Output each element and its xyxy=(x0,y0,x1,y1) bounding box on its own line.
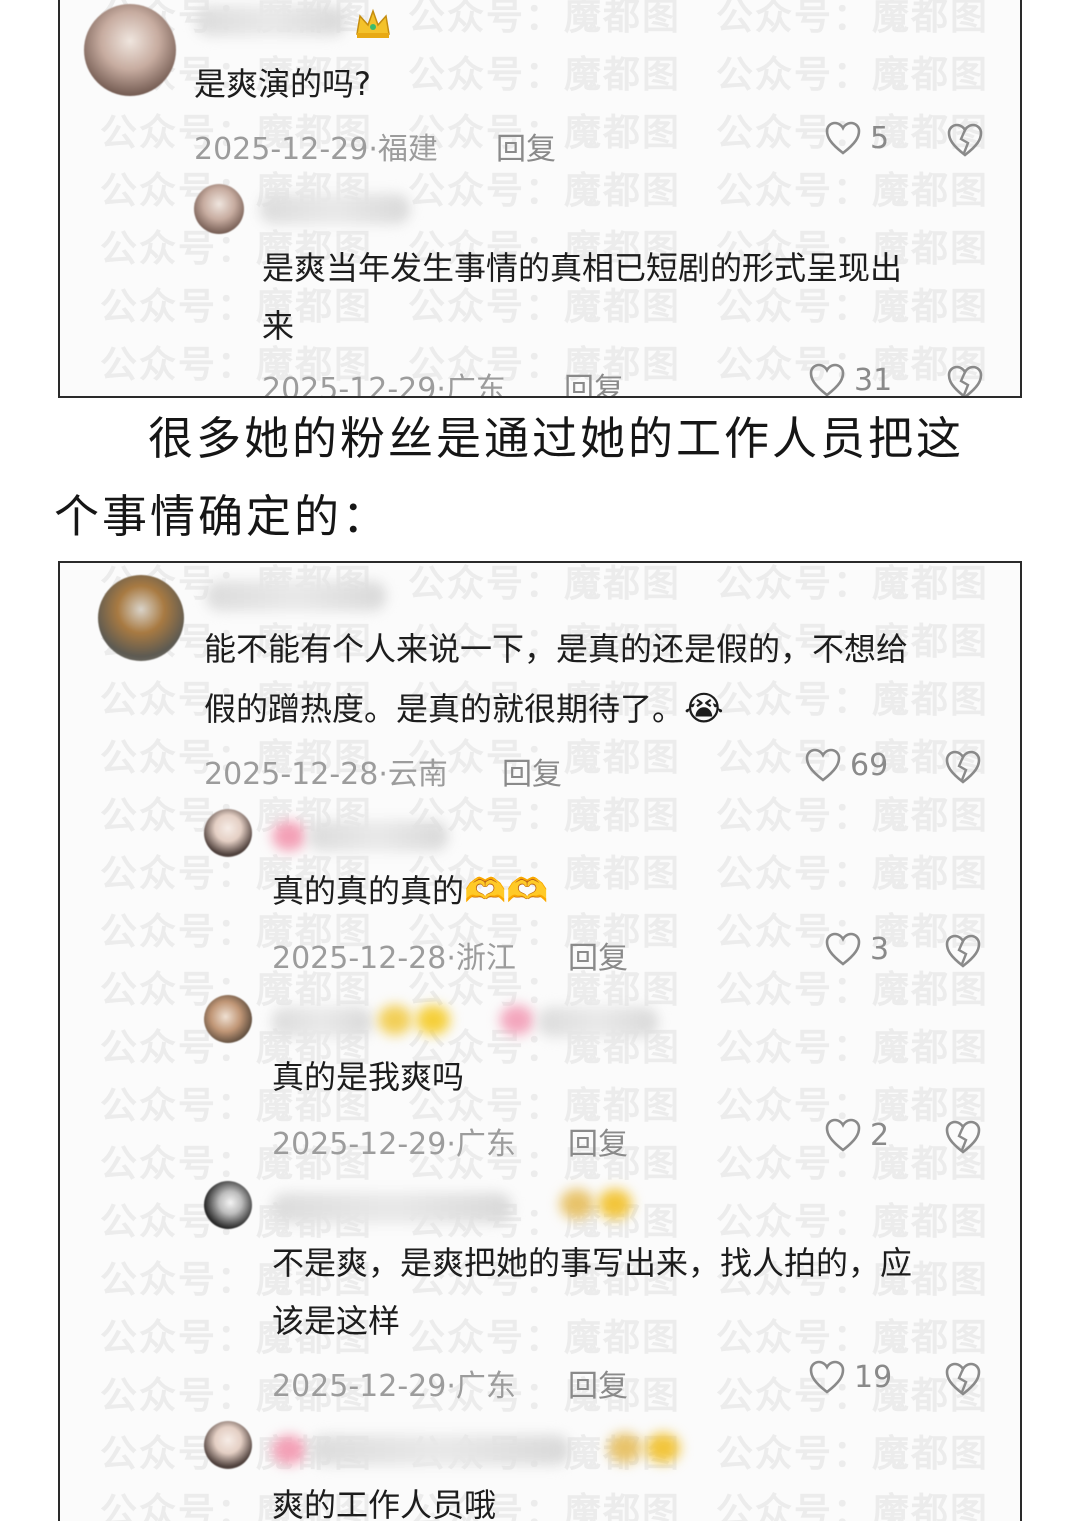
avatar[interactable] xyxy=(204,995,252,1043)
reply-text-line1: 不是爽，是爽把她的事写出来，找人拍的，应 xyxy=(272,1244,913,1282)
badge-blurred xyxy=(272,821,306,851)
badge-blurred xyxy=(272,1435,306,1465)
reply-date: 2025-12-29·广东 xyxy=(272,1127,516,1162)
reply-item: 不是爽，是爽把她的事写出来，找人拍的，应 该是这样 2025-12-29·广东 … xyxy=(60,1175,1020,1407)
dislike-button[interactable] xyxy=(946,122,984,162)
username-blurred[interactable] xyxy=(272,1193,512,1223)
username-blurred[interactable] xyxy=(308,821,448,851)
reply-text-line2: 来 xyxy=(262,307,295,345)
avatar[interactable] xyxy=(204,809,252,857)
reply-button[interactable]: 回复 xyxy=(502,749,562,793)
avatar[interactable] xyxy=(194,184,244,234)
article-line-1: 很多她的粉丝是通过她的工作人员把这 xyxy=(148,412,965,465)
like-button[interactable]: 31 xyxy=(808,362,893,398)
like-count: 5 xyxy=(870,120,890,156)
heart-outline-icon xyxy=(825,1118,861,1152)
heart-outline-icon xyxy=(825,932,861,966)
broken-heart-icon xyxy=(945,1120,981,1154)
badge-blurred xyxy=(500,1005,534,1035)
comment-text: 是爽演的吗? xyxy=(194,65,371,103)
avatar[interactable] xyxy=(204,1181,252,1229)
reply-button[interactable]: 回复 xyxy=(496,124,556,168)
broken-heart-icon xyxy=(945,934,981,968)
username-blurred[interactable] xyxy=(310,1435,570,1465)
reply-date: 2025-12-29·广东 xyxy=(262,372,506,398)
top-comment-screenshot: 公众号：魔都图 公众号：魔都图 公众号：魔都图 公众号：魔都图 公众号：魔都图 公众号：魔… xyxy=(58,0,1022,398)
like-button[interactable]: 69 xyxy=(804,747,888,783)
reply-text: 真的真的真的🫶🫶 xyxy=(272,871,549,911)
like-count: 2 xyxy=(870,1117,890,1153)
reply-date: 2025-12-29·广东 xyxy=(272,1369,516,1404)
avatar[interactable] xyxy=(98,575,184,661)
reply-button[interactable]: 回复 xyxy=(568,933,628,977)
reply-text: 爽的工作人员哦 xyxy=(272,1486,497,1521)
heart-outline-icon xyxy=(809,363,845,396)
avatar[interactable] xyxy=(84,4,176,96)
like-count: 31 xyxy=(854,362,893,398)
comment-item: 是爽演的吗? 2025-12-29·福建 回复 5 xyxy=(60,0,1020,176)
broken-heart-icon xyxy=(947,123,983,157)
reply-text-line1: 是爽当年发生事情的真相已短剧的形式呈现出 xyxy=(262,249,903,287)
badge-blurred xyxy=(416,1005,450,1035)
comment-date: 2025-12-28·云南 xyxy=(204,757,448,792)
broken-heart-icon xyxy=(945,1362,981,1396)
badge-blurred xyxy=(560,1189,594,1219)
reply-date: 2025-12-28·浙江 xyxy=(272,941,516,976)
broken-heart-icon xyxy=(945,750,981,784)
reply-button[interactable]: 回复 xyxy=(564,364,624,396)
crying-face-icon: 😭 xyxy=(684,689,724,729)
like-count: 69 xyxy=(850,747,889,783)
username-blurred[interactable] xyxy=(272,1007,372,1037)
dislike-button[interactable] xyxy=(944,1361,982,1401)
like-count: 19 xyxy=(854,1359,893,1395)
bottom-comment-screenshot: 公众号：魔都图 公众号：魔都图 公众号：魔都图 公众号：魔都图 公众号：魔都图 公众号：魔… xyxy=(58,561,1022,1521)
comment-date: 2025-12-29·福建 xyxy=(194,132,438,167)
badge-blurred xyxy=(646,1433,680,1463)
comment-text-line2: 假的蹭热度。是真的就很期待了。😭 xyxy=(204,689,724,729)
reply-button[interactable]: 回复 xyxy=(568,1119,628,1163)
reply-text: 真的是我爽吗 xyxy=(272,1058,465,1096)
avatar[interactable] xyxy=(204,1421,252,1469)
username-blurred[interactable] xyxy=(538,1007,658,1037)
finger-heart-icon: 🫶🫶 xyxy=(464,871,549,911)
reply-item: 真的真的真的🫶🫶 2025-12-28·浙江 回复 3 xyxy=(60,803,1020,976)
reply-item: 真的是我爽吗 2025-12-29·广东 回复 2 xyxy=(60,991,1020,1163)
dislike-button[interactable] xyxy=(946,364,984,396)
heart-outline-icon xyxy=(805,748,841,782)
comment-item: 能不能有个人来说一下，是真的还是假的，不想给 假的蹭热度。是真的就很期待了。😭 … xyxy=(60,563,1020,793)
username-blurred[interactable] xyxy=(206,581,386,611)
username-blurred[interactable] xyxy=(260,194,410,224)
heart-outline-icon xyxy=(825,121,861,155)
broken-heart-icon xyxy=(947,365,983,396)
like-count: 3 xyxy=(870,931,890,967)
username-blurred[interactable] xyxy=(196,6,346,36)
badge-blurred xyxy=(378,1005,412,1035)
like-button[interactable]: 3 xyxy=(824,931,889,967)
article-line-2: 个事情确定的： xyxy=(54,490,391,543)
dislike-button[interactable] xyxy=(944,749,982,789)
reply-button[interactable]: 回复 xyxy=(568,1361,628,1405)
reply-item: 是爽当年发生事情的真相已短剧的形式呈现出 来 2025-12-29·广东 回复 … xyxy=(60,176,1020,398)
like-button[interactable]: 2 xyxy=(824,1117,889,1153)
badge-blurred xyxy=(608,1433,642,1463)
like-button[interactable]: 5 xyxy=(824,120,889,156)
dislike-button[interactable] xyxy=(944,1119,982,1159)
dislike-button[interactable] xyxy=(944,933,982,973)
heart-outline-icon xyxy=(809,1360,845,1394)
like-button[interactable]: 19 xyxy=(808,1359,892,1395)
comment-text-line1: 能不能有个人来说一下，是真的还是假的，不想给 xyxy=(204,630,909,668)
reply-item: 爽的工作人员哦 xyxy=(60,1417,1020,1521)
article-paragraph: 很多她的粉丝是通过她的工作人员把这 个事情确定的： xyxy=(54,400,1028,556)
badge-blurred xyxy=(598,1189,632,1219)
crown-icon xyxy=(354,8,392,44)
reply-text-line2: 该是这样 xyxy=(272,1302,401,1340)
